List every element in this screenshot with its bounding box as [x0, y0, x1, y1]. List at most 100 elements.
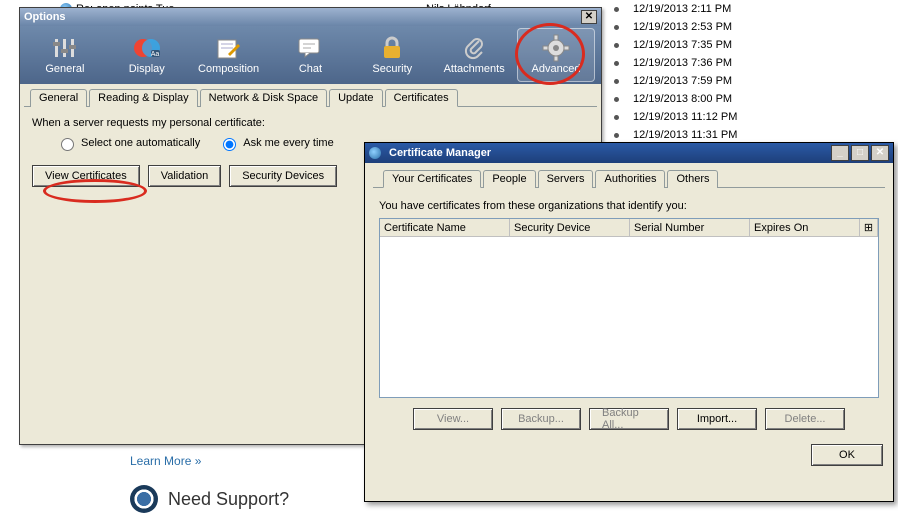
- toolbar-label: Display: [129, 63, 165, 75]
- dot-icon: [614, 61, 619, 66]
- delete-button[interactable]: Delete...: [765, 408, 845, 430]
- mail-date-row[interactable]: 12/19/2013 7:35 PM: [614, 36, 834, 54]
- dot-icon: [614, 7, 619, 12]
- toolbar-label: Composition: [198, 63, 259, 75]
- mail-date: 12/19/2013 7:35 PM: [633, 39, 732, 51]
- radio-ask-input[interactable]: [223, 138, 236, 151]
- close-icon[interactable]: ✕: [581, 10, 597, 24]
- maximize-icon[interactable]: □: [851, 145, 869, 161]
- options-title: Options: [24, 11, 66, 23]
- mail-date-row[interactable]: 12/19/2013 8:00 PM: [614, 90, 834, 108]
- gear-icon: [542, 35, 570, 61]
- mail-date: 12/19/2013 2:11 PM: [633, 3, 731, 15]
- mail-date: 12/19/2013 2:53 PM: [633, 21, 732, 33]
- mail-date: 12/19/2013 11:31 PM: [633, 129, 737, 141]
- cert-list[interactable]: Certificate Name Security Device Serial …: [379, 218, 879, 398]
- lock-icon: [378, 35, 406, 61]
- paperclip-icon: [460, 35, 488, 61]
- mail-date-column: 12/19/2013 2:11 PM 12/19/2013 2:53 PM 12…: [614, 0, 834, 144]
- dot-icon: [614, 25, 619, 30]
- mail-date: 12/19/2013 7:59 PM: [633, 75, 732, 87]
- radio-auto[interactable]: Select one automatically: [56, 135, 200, 151]
- toolbar-label: Advanced: [532, 63, 581, 75]
- dot-icon: [614, 43, 619, 48]
- mail-date-row[interactable]: 12/19/2013 2:53 PM: [614, 18, 834, 36]
- options-subtabs: General Reading & Display Network & Disk…: [24, 84, 597, 107]
- cert-tabs: Your Certificates People Servers Authori…: [373, 163, 885, 188]
- backup-all-button[interactable]: Backup All...: [589, 408, 669, 430]
- col-serial[interactable]: Serial Number: [630, 219, 750, 236]
- dot-icon: [614, 97, 619, 102]
- cert-titlebar[interactable]: Certificate Manager _ □ ✕: [365, 143, 893, 163]
- cert-manager-window: Certificate Manager _ □ ✕ Your Certifica…: [364, 142, 894, 502]
- toolbar-display[interactable]: Aa Display: [108, 28, 186, 82]
- options-toolbar: General Aa Display Composition Chat Secu…: [20, 26, 601, 84]
- security-devices-button[interactable]: Security Devices: [229, 165, 337, 187]
- app-icon: [369, 147, 381, 159]
- toolbar-general[interactable]: General: [26, 28, 104, 82]
- toolbar-label: Attachments: [444, 63, 505, 75]
- support-icon: [130, 485, 158, 513]
- support-row: Need Support?: [130, 485, 289, 513]
- view-certificates-button[interactable]: View Certificates: [32, 165, 140, 187]
- toolbar-composition[interactable]: Composition: [190, 28, 268, 82]
- palette-icon: Aa: [133, 35, 161, 61]
- options-body-text: When a server requests my personal certi…: [32, 117, 589, 129]
- minimize-icon[interactable]: _: [831, 145, 849, 161]
- toolbar-attachments[interactable]: Attachments: [435, 28, 513, 82]
- tab-servers[interactable]: Servers: [538, 170, 594, 188]
- import-button[interactable]: Import...: [677, 408, 757, 430]
- cert-body: You have certificates from these organiz…: [365, 188, 893, 438]
- radio-label: Select one automatically: [81, 137, 200, 149]
- radio-auto-input[interactable]: [61, 138, 74, 151]
- toolbar-security[interactable]: Security: [353, 28, 431, 82]
- ok-button[interactable]: OK: [811, 444, 883, 466]
- close-icon[interactable]: ✕: [871, 145, 889, 161]
- sliders-icon: [51, 35, 79, 61]
- tab-others[interactable]: Others: [667, 170, 718, 188]
- dot-icon: [614, 79, 619, 84]
- mail-date-row[interactable]: 12/19/2013 2:11 PM: [614, 0, 834, 18]
- cert-desc: You have certificates from these organiz…: [379, 200, 879, 212]
- tab-people[interactable]: People: [483, 170, 535, 188]
- subtab-network[interactable]: Network & Disk Space: [200, 89, 327, 107]
- subtab-reading[interactable]: Reading & Display: [89, 89, 198, 107]
- toolbar-label: General: [45, 63, 84, 75]
- tab-authorities[interactable]: Authorities: [595, 170, 665, 188]
- mail-date: 12/19/2013 7:36 PM: [633, 57, 732, 69]
- toolbar-chat[interactable]: Chat: [271, 28, 349, 82]
- cert-title: Certificate Manager: [389, 147, 491, 159]
- view-button[interactable]: View...: [413, 408, 493, 430]
- cert-buttons: View... Backup... Backup All... Import..…: [379, 408, 879, 430]
- svg-text:Aa: Aa: [150, 51, 159, 58]
- dot-icon: [614, 133, 619, 138]
- toolbar-advanced[interactable]: Advanced: [517, 28, 595, 82]
- compose-icon: [215, 35, 243, 61]
- toolbar-label: Chat: [299, 63, 322, 75]
- tab-your-certificates[interactable]: Your Certificates: [383, 170, 481, 188]
- col-picker-icon[interactable]: ⊞: [860, 219, 878, 236]
- chat-icon: [296, 35, 324, 61]
- cert-list-header: Certificate Name Security Device Serial …: [380, 219, 878, 237]
- backup-button[interactable]: Backup...: [501, 408, 581, 430]
- options-titlebar[interactable]: Options ✕: [20, 8, 601, 26]
- support-text: Need Support?: [168, 489, 289, 510]
- dot-icon: [614, 115, 619, 120]
- subtab-update[interactable]: Update: [329, 89, 382, 107]
- subtab-general[interactable]: General: [30, 89, 87, 107]
- learn-more-link[interactable]: Learn More »: [130, 454, 201, 468]
- col-cert-name[interactable]: Certificate Name: [380, 219, 510, 236]
- subtab-certificates[interactable]: Certificates: [385, 89, 458, 107]
- radio-label: Ask me every time: [243, 137, 333, 149]
- col-expires[interactable]: Expires On: [750, 219, 860, 236]
- toolbar-label: Security: [372, 63, 412, 75]
- validation-button[interactable]: Validation: [148, 165, 222, 187]
- cert-footer: OK: [365, 438, 893, 472]
- mail-date-row[interactable]: 12/19/2013 7:59 PM: [614, 72, 834, 90]
- mail-date-row[interactable]: 12/19/2013 11:12 PM: [614, 108, 834, 126]
- mail-date-row[interactable]: 12/19/2013 7:36 PM: [614, 54, 834, 72]
- col-sec-device[interactable]: Security Device: [510, 219, 630, 236]
- mail-date: 12/19/2013 11:12 PM: [633, 111, 737, 123]
- radio-ask[interactable]: Ask me every time: [218, 135, 333, 151]
- mail-date: 12/19/2013 8:00 PM: [633, 93, 732, 105]
